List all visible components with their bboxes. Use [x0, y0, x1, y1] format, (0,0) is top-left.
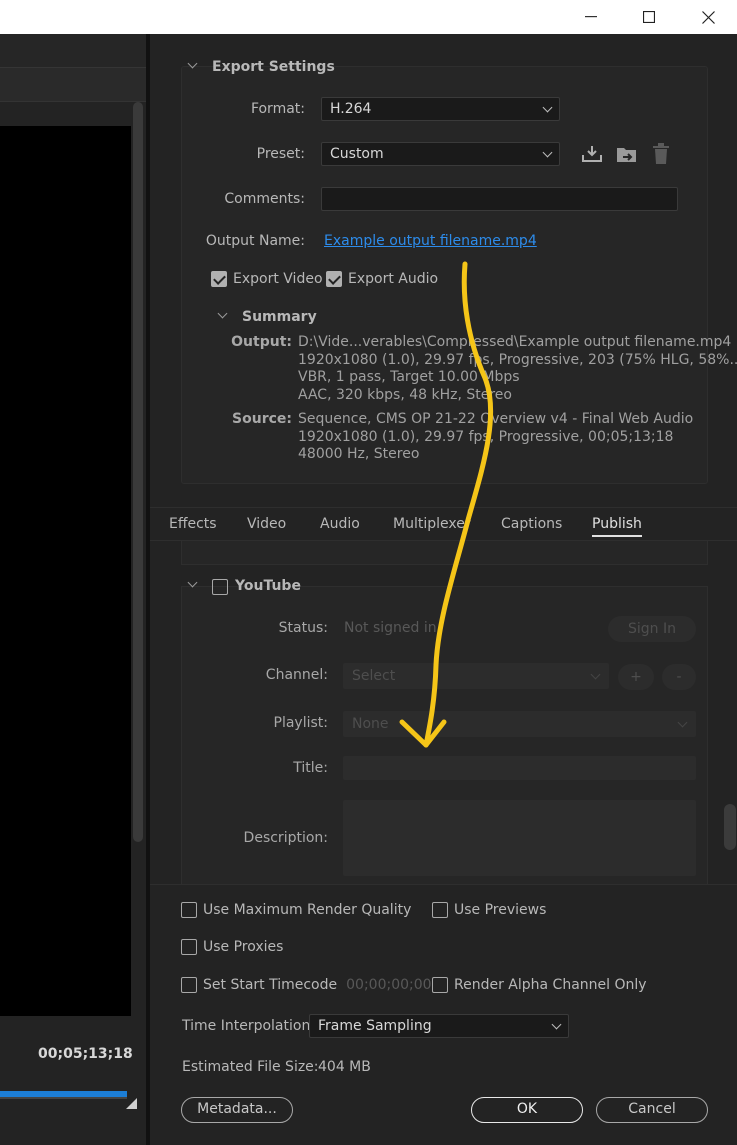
comments-label: Comments: [224, 191, 305, 207]
tab-multiplexer[interactable]: Multiplexer [393, 516, 471, 532]
checkbox-unchecked-icon[interactable] [181, 939, 197, 955]
video-preview [0, 126, 131, 1016]
export-audio-checkbox[interactable]: Export Audio [326, 271, 438, 287]
playlist-label: Playlist: [273, 715, 328, 731]
title-label: Title: [293, 760, 328, 776]
channel-value: Select [352, 668, 396, 684]
time-interpolation-label: Time Interpolation: [182, 1018, 316, 1034]
maximize-icon[interactable] [626, 0, 672, 34]
summary-source-line: Sequence, CMS OP 21-22 Overview v4 - Fin… [298, 411, 694, 427]
status-value: Not signed in [344, 620, 437, 636]
channel-dropdown[interactable]: Select [343, 663, 609, 689]
preset-value: Custom [330, 146, 384, 162]
preset-dropdown[interactable]: Custom [321, 142, 560, 166]
format-label: Format: [250, 101, 305, 117]
timeline-progress[interactable] [0, 1091, 127, 1097]
metadata-button[interactable]: Metadata... [181, 1097, 293, 1123]
time-interpolation-value: Frame Sampling [318, 1018, 432, 1034]
checkbox-unchecked-icon[interactable] [181, 902, 197, 918]
remove-channel-button[interactable]: - [662, 664, 696, 690]
add-channel-button[interactable]: + [618, 664, 654, 690]
close-icon[interactable] [685, 0, 731, 34]
use-previews-label: Use Previews [454, 902, 547, 918]
max-render-quality-checkbox[interactable]: Use Maximum Render Quality [181, 902, 411, 918]
publish-scrollbar[interactable] [724, 804, 736, 850]
playlist-dropdown[interactable]: None [343, 711, 696, 737]
playlist-value: None [352, 716, 389, 732]
checkbox-checked-icon[interactable] [326, 271, 342, 287]
import-preset-icon[interactable] [615, 144, 639, 166]
format-value: H.264 [330, 101, 372, 117]
title-field[interactable] [343, 756, 696, 780]
time-interpolation-dropdown[interactable]: Frame Sampling [309, 1014, 569, 1038]
checkbox-unchecked-icon[interactable] [181, 977, 197, 993]
checkbox-unchecked-icon[interactable] [432, 977, 448, 993]
channel-label: Channel: [265, 667, 328, 683]
checkbox-unchecked-icon[interactable] [432, 902, 448, 918]
use-previews-checkbox[interactable]: Use Previews [432, 902, 546, 918]
summary-output-label: Output: [231, 334, 292, 350]
youtube-title: YouTube [235, 578, 301, 594]
output-name-link[interactable]: Example output filename.mp4 [324, 233, 537, 249]
previous-section-bottom [181, 541, 708, 565]
timeline-track[interactable] [0, 1097, 127, 1099]
chevron-down-icon [590, 669, 601, 680]
start-timecode-value: 00;00;00;00 [346, 977, 432, 993]
tab-captions[interactable]: Captions [501, 516, 562, 532]
chevron-down-icon [551, 1019, 562, 1030]
summary-output-block: D:\Vide...verables\Compressed\Example ou… [298, 334, 737, 404]
summary-source-line: 48000 Hz, Stereo [298, 446, 420, 462]
chevron-down-icon [542, 147, 553, 158]
export-video-checkbox[interactable]: Export Video [211, 271, 323, 287]
chevron-down-icon [677, 717, 688, 728]
tab-video[interactable]: Video [247, 516, 286, 532]
set-start-timecode-checkbox[interactable]: Set Start Timecode 00;00;00;00 [181, 977, 432, 993]
export-settings-title: Export Settings [212, 59, 335, 75]
preview-scrollbar[interactable] [133, 102, 143, 842]
comments-field[interactable] [321, 187, 678, 211]
estimated-size-label: Estimated File Size: [182, 1059, 319, 1075]
summary-source-label: Source: [232, 411, 292, 427]
delete-preset-icon[interactable] [652, 143, 670, 165]
sign-in-button[interactable]: Sign In [608, 616, 696, 642]
tab-publish[interactable]: Publish [592, 516, 642, 537]
max-render-quality-label: Use Maximum Render Quality [203, 902, 412, 918]
summary-output-line: 1920x1080 (1.0), 29.97 fps, Progressive,… [298, 351, 737, 368]
preview-tab-strip [0, 34, 146, 68]
preview-timecode[interactable]: 00;05;13;18 [38, 1046, 133, 1062]
summary-output-line: D:\Vide...verables\Compressed\Example ou… [298, 334, 732, 350]
window-title-bar [0, 0, 737, 34]
playhead-handle[interactable] [126, 1098, 137, 1109]
checkbox-checked-icon[interactable] [211, 271, 227, 287]
cancel-button[interactable]: Cancel [596, 1097, 708, 1123]
save-preset-icon[interactable] [581, 144, 603, 164]
use-proxies-label: Use Proxies [203, 939, 284, 955]
description-label: Description: [243, 830, 328, 846]
description-field[interactable] [343, 800, 696, 876]
export-video-label: Export Video [233, 271, 323, 287]
render-alpha-only-label: Render Alpha Channel Only [454, 977, 647, 993]
summary-source-block: Sequence, CMS OP 21-22 Overview v4 - Fin… [298, 411, 693, 464]
summary-output-line: AAC, 320 kbps, 48 kHz, Stereo [298, 386, 512, 403]
use-proxies-checkbox[interactable]: Use Proxies [181, 939, 283, 955]
summary-output-line: VBR, 1 pass, Target 10.00 Mbps [298, 369, 520, 385]
minimize-icon[interactable] [568, 0, 614, 34]
output-name-label: Output Name: [205, 233, 305, 249]
youtube-checkbox[interactable] [212, 579, 228, 595]
render-alpha-only-checkbox[interactable]: Render Alpha Channel Only [432, 977, 647, 993]
status-label: Status: [278, 620, 328, 636]
estimated-size-value: 404 MB [318, 1059, 371, 1075]
summary-title: Summary [242, 309, 317, 325]
tab-effects[interactable]: Effects [169, 516, 217, 532]
export-audio-label: Export Audio [348, 271, 439, 287]
chevron-down-icon [542, 102, 553, 113]
format-dropdown[interactable]: H.264 [321, 97, 560, 121]
set-start-timecode-label: Set Start Timecode [203, 977, 338, 993]
summary-source-line: 1920x1080 (1.0), 29.97 fps, Progressive,… [298, 428, 674, 445]
tab-audio[interactable]: Audio [320, 516, 360, 532]
preview-toolbar [0, 68, 146, 102]
ok-button[interactable]: OK [471, 1097, 583, 1123]
preset-label: Preset: [256, 146, 305, 162]
